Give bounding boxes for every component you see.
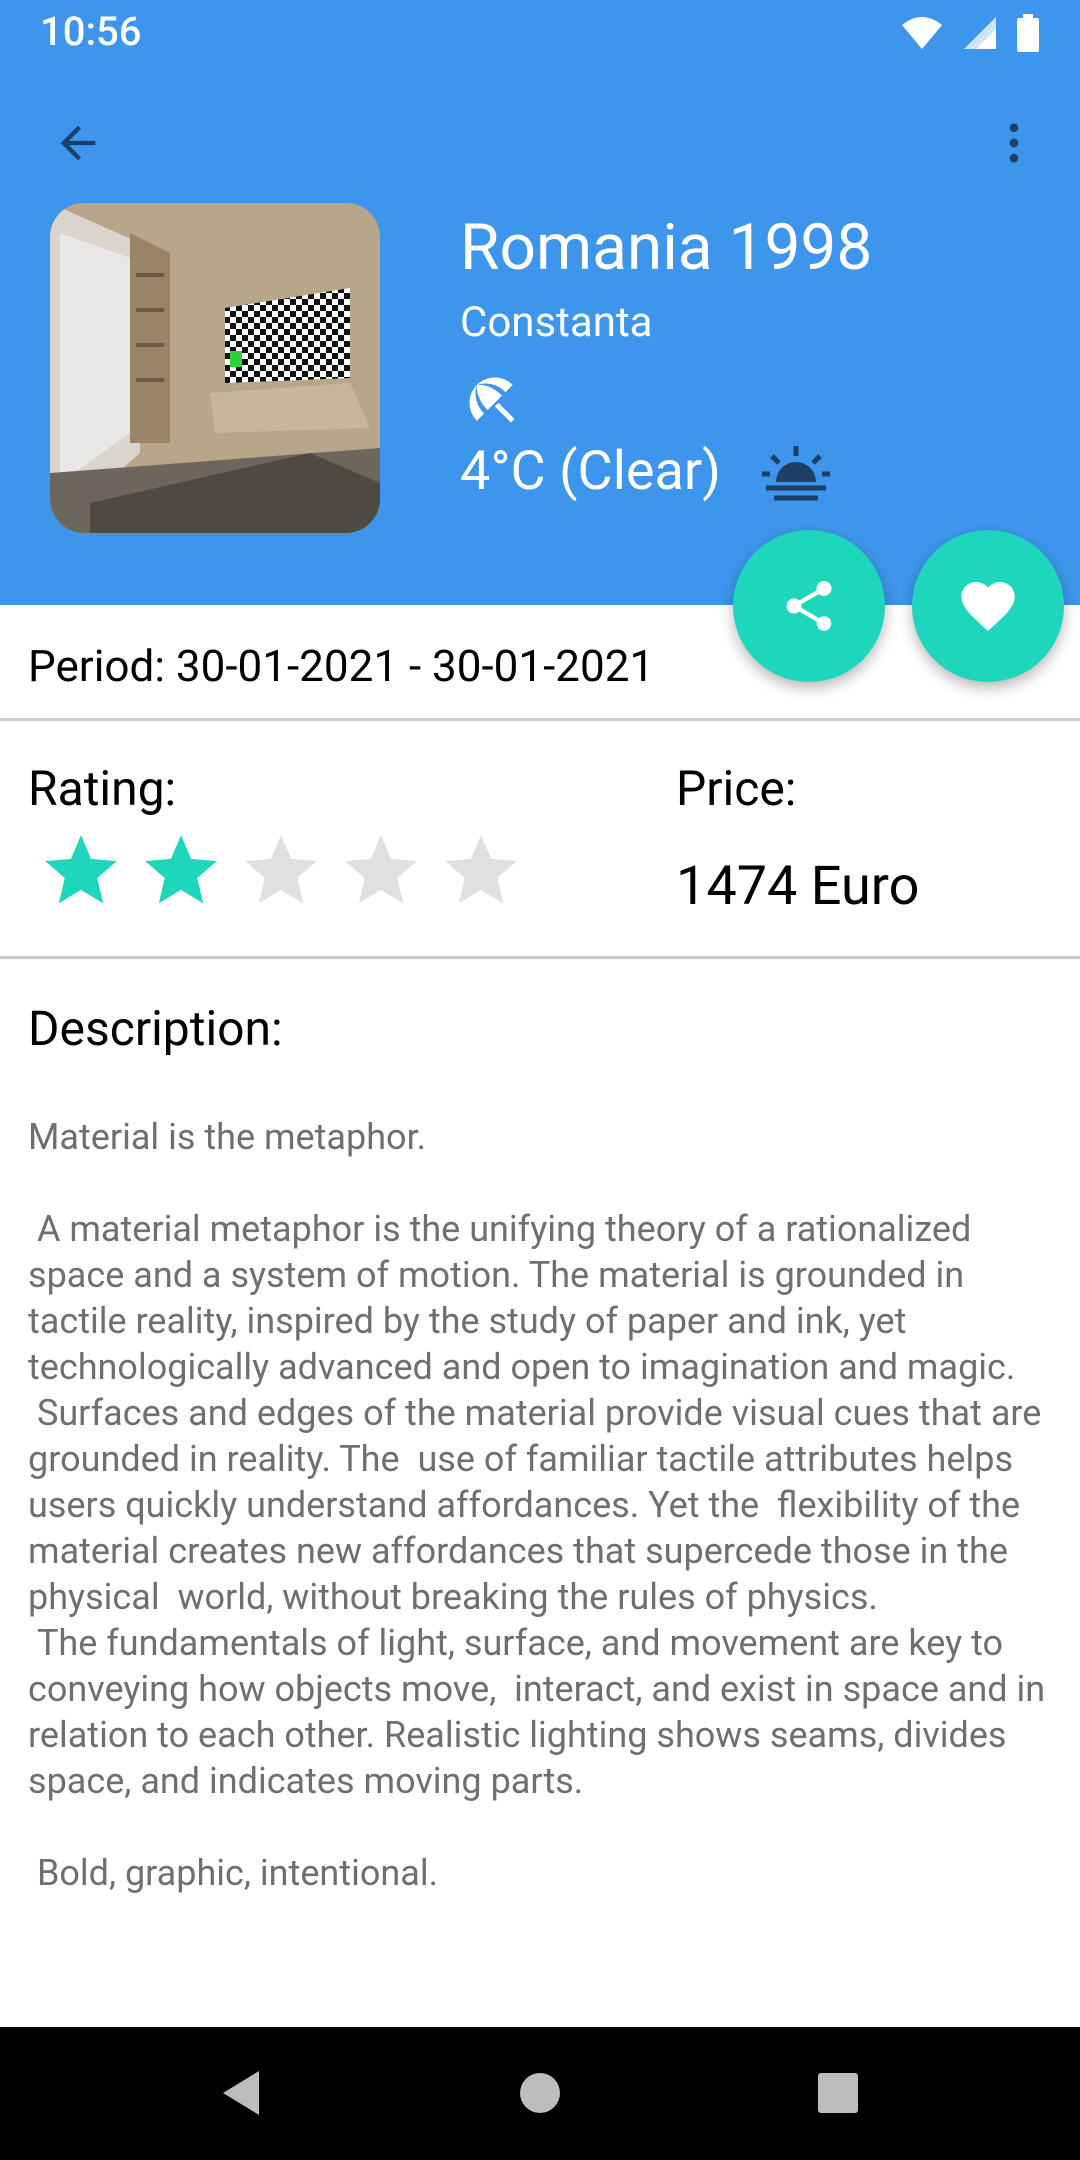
- signal-icon: [964, 17, 996, 49]
- nav-home-icon[interactable]: [510, 2063, 570, 2123]
- sunrise-icon: [762, 446, 830, 501]
- nav-back-icon[interactable]: [215, 2063, 275, 2123]
- nav-recents-icon[interactable]: [808, 2063, 868, 2123]
- status-bar: 10:56: [0, 0, 1080, 70]
- star-filled-icon[interactable]: [38, 828, 124, 914]
- trip-photo: [50, 203, 380, 533]
- star-filled-icon[interactable]: [138, 828, 224, 914]
- description-label: Description:: [28, 1000, 283, 1057]
- period-label: Period:: [28, 640, 165, 692]
- system-navigation-bar: [0, 2027, 1080, 2160]
- status-icons: [900, 14, 1040, 52]
- wifi-icon: [902, 17, 942, 49]
- share-button[interactable]: [733, 530, 885, 682]
- price-label: Price:: [676, 760, 797, 817]
- description-text: Material is the metaphor. A material met…: [28, 1116, 1046, 1894]
- star-empty-icon[interactable]: [238, 828, 324, 914]
- favorite-button[interactable]: [912, 530, 1064, 682]
- heart-icon: [961, 582, 1015, 631]
- more-vert-icon: [1009, 123, 1019, 163]
- beach-umbrella-icon: [469, 377, 515, 423]
- rating-stars[interactable]: [38, 828, 524, 914]
- price-value: 1474 Euro: [676, 855, 920, 918]
- app-bar: 10:56 Romania 1998 Constanta 4°C (Clear): [0, 0, 1080, 605]
- room-photo-image: [50, 203, 380, 533]
- period-row: Period: 30-01-2021 - 30-01-2021: [28, 640, 654, 692]
- trip-title: Romania 1998: [460, 210, 873, 285]
- battery-icon: [1017, 14, 1039, 52]
- trip-location: Constanta: [460, 298, 653, 347]
- divider: [0, 956, 1080, 959]
- star-empty-icon[interactable]: [438, 828, 524, 914]
- overflow-menu-button[interactable]: [976, 105, 1052, 181]
- star-empty-icon[interactable]: [338, 828, 424, 914]
- back-button[interactable]: [40, 105, 116, 181]
- share-icon: [786, 581, 832, 631]
- arrow-back-icon: [60, 125, 96, 161]
- weather-text: 4°C (Clear): [460, 440, 721, 503]
- divider: [0, 718, 1080, 721]
- period-value: 30-01-2021 - 30-01-2021: [175, 640, 655, 692]
- status-time: 10:56: [40, 8, 142, 55]
- rating-label: Rating:: [28, 760, 177, 817]
